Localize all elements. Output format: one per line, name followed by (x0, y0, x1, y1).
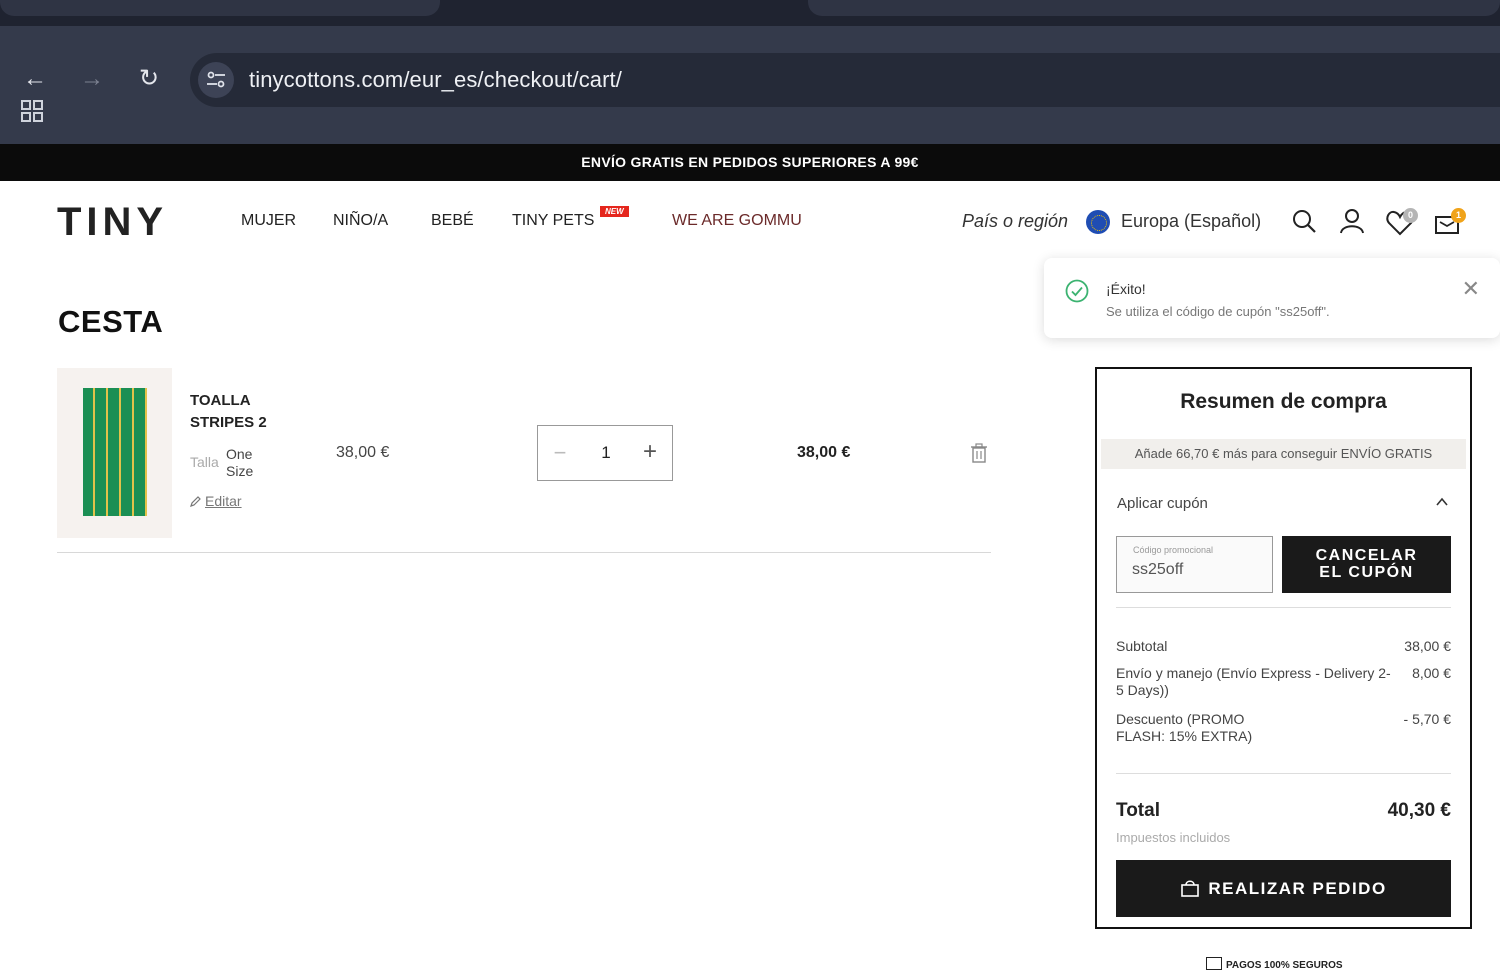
cart-count-badge: 1 (1451, 208, 1466, 223)
region-label: País o región (962, 211, 1069, 231)
unit-price: 38,00 € (336, 444, 390, 461)
reload-icon[interactable]: ↻ (133, 64, 165, 94)
success-check-icon (1065, 279, 1089, 303)
eu-flag-icon[interactable] (1086, 210, 1110, 234)
divider (1116, 773, 1451, 774)
line-total: 38,00 € (797, 444, 851, 461)
apps-grid-icon[interactable] (21, 100, 43, 122)
increase-quantity-button[interactable]: + (640, 438, 660, 466)
total-label: Total (1116, 800, 1160, 821)
wishlist-count-badge: 0 (1403, 208, 1418, 223)
product-image[interactable] (57, 368, 172, 538)
wishlist-button[interactable]: 0 (1386, 208, 1418, 236)
pencil-icon (190, 496, 201, 507)
nav-item-tiny-pets[interactable]: TINY PETS (512, 212, 594, 230)
cart-button[interactable]: 1 (1434, 208, 1468, 236)
secure-payments-note: PAGOS 100% SEGUROS (1206, 957, 1343, 971)
search-icon[interactable] (1291, 208, 1317, 234)
edit-label[interactable]: Editar (205, 493, 242, 509)
toast-title: ¡Éxito! (1106, 281, 1146, 297)
success-toast: ¡Éxito! Se utiliza el código de cupón "s… (1044, 258, 1500, 338)
shopping-bag-icon (1181, 880, 1200, 897)
chevron-up-icon[interactable] (1435, 495, 1449, 509)
coupon-code-value[interactable]: ss25off (1132, 561, 1183, 579)
nav-item-we-are-gommu[interactable]: WE ARE GOMMU (672, 212, 802, 230)
cancel-coupon-button[interactable]: CANCELAR EL CUPÓN (1282, 536, 1451, 593)
towel-thumbnail (83, 388, 147, 516)
size-value: One Size (226, 446, 254, 479)
forward-arrow-icon[interactable]: → (76, 64, 108, 94)
divider (57, 552, 991, 553)
shipping-value: 8,00 € (1412, 665, 1451, 681)
coupon-header[interactable]: Aplicar cupón (1117, 495, 1208, 512)
total-value: 40,30 € (1387, 800, 1451, 821)
site-logo[interactable]: TINY (57, 200, 168, 245)
close-icon[interactable]: ✕ (1462, 278, 1480, 300)
coupon-field-label: Código promocional (1133, 545, 1214, 555)
size-label: Talla (190, 454, 219, 470)
checkbox-icon (1206, 957, 1222, 970)
back-arrow-icon[interactable]: ← (19, 64, 51, 94)
nav-item-bebe[interactable]: BEBÉ (431, 212, 474, 230)
browser-tab-strip (0, 0, 1500, 26)
cancel-coupon-label: CANCELAR EL CUPÓN (1315, 547, 1418, 581)
order-summary: Resumen de compra Añade 66,70 € más para… (1095, 367, 1472, 929)
shipping-label: Envío y manejo (Envío Express - Delivery… (1116, 665, 1391, 698)
browser-tab[interactable] (0, 0, 440, 16)
tax-note: Impuestos incluidos (1116, 830, 1231, 845)
quantity-stepper[interactable]: − 1 + (537, 425, 673, 481)
decrease-quantity-button[interactable]: − (550, 440, 570, 466)
region-selector[interactable]: Europa (Español) (1121, 211, 1261, 232)
page-title: CESTA (58, 304, 164, 339)
free-shipping-note: Añade 66,70 € más para conseguir ENVÍO G… (1101, 439, 1466, 469)
quantity-value[interactable]: 1 (592, 443, 620, 463)
url-text[interactable]: tinycottons.com/eur_es/checkout/cart/ (249, 67, 622, 93)
discount-label: Descuento (PROMO FLASH: 15% EXTRA) (1116, 711, 1253, 744)
browser-tab[interactable] (808, 0, 1500, 16)
toast-message: Se utiliza el código de cupón "ss25off". (1106, 304, 1330, 319)
product-name[interactable]: TOALLA STRIPES 2 (190, 390, 300, 434)
nav-item-mujer[interactable]: MUJER (241, 212, 296, 230)
summary-title: Resumen de compra (1180, 390, 1387, 413)
subtotal-label: Subtotal (1116, 638, 1168, 654)
nav-item-nino[interactable]: NIÑO/A (333, 212, 388, 230)
trash-icon[interactable] (970, 443, 988, 463)
address-bar[interactable]: tinycottons.com/eur_es/checkout/cart/ (190, 53, 1500, 107)
place-order-button[interactable]: REALIZAR PEDIDO (1116, 860, 1451, 917)
free-shipping-banner: ENVÍO GRATIS EN PEDIDOS SUPERIORES A 99€ (0, 144, 1500, 181)
subtotal-value: 38,00 € (1404, 638, 1451, 654)
browser-toolbar: ← → ↻ tinycottons.com/eur_es/checkout/ca… (0, 26, 1500, 144)
site-info-icon[interactable] (198, 62, 234, 98)
place-order-label: REALIZAR PEDIDO (1208, 879, 1387, 898)
divider (1116, 607, 1451, 608)
discount-value: - 5,70 € (1403, 711, 1451, 727)
new-badge: NEW (600, 206, 629, 217)
coupon-code-input[interactable]: Código promocional ss25off (1116, 536, 1273, 593)
account-icon[interactable] (1339, 208, 1365, 234)
secure-payments-label: PAGOS 100% SEGUROS (1226, 960, 1343, 971)
edit-link[interactable]: Editar (190, 493, 242, 509)
